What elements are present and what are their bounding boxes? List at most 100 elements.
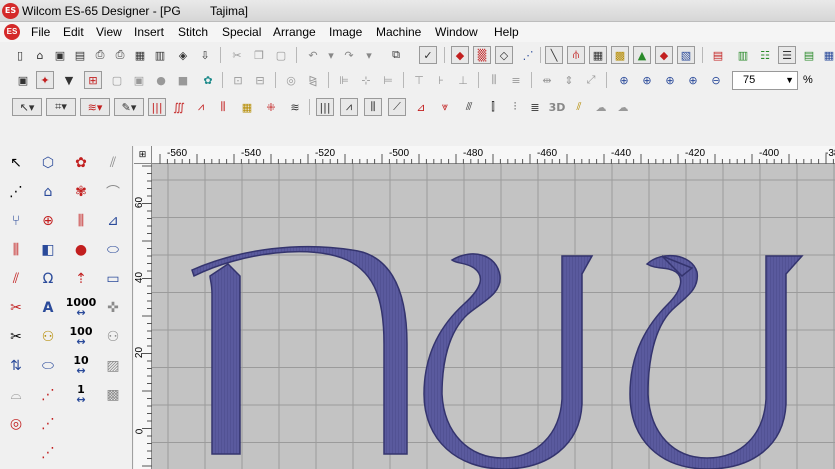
appliqué-icon[interactable]: ☁ bbox=[614, 98, 632, 116]
flower-motif-2-icon[interactable]: ✾ bbox=[68, 179, 94, 205]
chevron-down-icon[interactable]: ▼ bbox=[785, 72, 794, 89]
print-design-icon[interactable]: ▦ bbox=[131, 46, 149, 64]
connectors-icon[interactable]: ╲ bbox=[545, 46, 563, 64]
size-height-icon[interactable]: ⇕ bbox=[560, 71, 578, 89]
chenille-icon[interactable]: ☁ bbox=[592, 98, 610, 116]
reshape-object-icon[interactable]: ⬡ bbox=[35, 150, 61, 176]
align-middle-icon[interactable]: ⊦ bbox=[432, 71, 450, 89]
zigzag-icon[interactable]: ⩘ bbox=[192, 98, 210, 116]
line-icon[interactable]: ⫽ bbox=[100, 150, 126, 176]
new-file-icon[interactable]: ▯ bbox=[11, 46, 29, 64]
reshape-icon[interactable]: ⧉ bbox=[387, 46, 405, 64]
menu-arrange[interactable]: Arrange bbox=[273, 25, 316, 39]
size-width-icon[interactable]: ⇹ bbox=[538, 71, 556, 89]
transform-icon[interactable]: ⊞ bbox=[84, 71, 102, 89]
menu-view[interactable]: View bbox=[96, 25, 122, 39]
group-icon[interactable]: ▣ bbox=[14, 71, 32, 89]
satin-icon[interactable]: ||| bbox=[148, 98, 166, 116]
dotted-line-2-icon[interactable]: ⋰ bbox=[35, 411, 61, 437]
ellipse-icon[interactable]: ⬭ bbox=[100, 237, 126, 263]
dotted-line-3-icon[interactable]: ⋰ bbox=[35, 440, 61, 466]
lock-icon[interactable]: ◎ bbox=[282, 71, 300, 89]
docker-icon[interactable]: ☰ bbox=[778, 46, 796, 64]
redo-icon[interactable]: ↷ bbox=[340, 46, 358, 64]
menu-insert[interactable]: Insert bbox=[134, 25, 164, 39]
color-film-icon[interactable]: ◆ bbox=[655, 46, 673, 64]
motif-icon[interactable]: ⩔ bbox=[436, 98, 454, 116]
menu-window[interactable]: Window bbox=[435, 25, 478, 39]
point-select-icon[interactable]: ⋰ bbox=[3, 179, 29, 205]
square-curve-icon[interactable]: ⊿ bbox=[100, 208, 126, 234]
manual-stitch-icon[interactable]: ||| bbox=[316, 98, 334, 116]
shape-square-icon[interactable]: ▢ bbox=[108, 71, 126, 89]
copy-icon[interactable]: ❐ bbox=[250, 46, 268, 64]
cut-icon[interactable]: ✂ bbox=[228, 46, 246, 64]
color-palette-icon[interactable]: ▤ bbox=[709, 46, 727, 64]
undo-dropdown-icon[interactable]: ▾ bbox=[322, 46, 340, 64]
count-1-button[interactable]: 1 ↔ bbox=[68, 382, 94, 408]
flower-motif-icon[interactable]: ✿ bbox=[68, 150, 94, 176]
3d-embossed-button[interactable]: 3D bbox=[546, 98, 568, 116]
lettering-icon[interactable]: A bbox=[35, 295, 61, 321]
count-100-button[interactable]: 100 ↔ bbox=[68, 324, 94, 350]
select-arrow-icon[interactable]: ↖ bbox=[3, 150, 29, 176]
needle-points-icon[interactable]: ⋰ bbox=[519, 46, 537, 64]
fancy-fill-icon[interactable]: ▦ bbox=[238, 98, 256, 116]
menu-file[interactable]: File bbox=[31, 25, 50, 39]
stitch-trace-icon[interactable]: ⇅ bbox=[3, 353, 29, 379]
shape-rect-icon[interactable]: ■ bbox=[174, 71, 192, 89]
dotted-line-icon[interactable]: ⋰ bbox=[35, 382, 61, 408]
print-icon[interactable]: ⎙ bbox=[111, 46, 129, 64]
tatami-icon[interactable]: ∭ bbox=[170, 98, 188, 116]
align-b-icon[interactable]: ⊟ bbox=[251, 71, 269, 89]
offset-icon[interactable]: ⫶ bbox=[506, 98, 524, 116]
align-right-icon[interactable]: ⊨ bbox=[379, 71, 397, 89]
candle-icon[interactable]: ⫿ bbox=[484, 98, 502, 116]
dog-icon[interactable]: ✜ bbox=[100, 295, 126, 321]
fill-stitch-icon[interactable]: ◆ bbox=[451, 46, 469, 64]
show-stitches-icon[interactable]: ▒ bbox=[473, 46, 491, 64]
show-bitmap-icon[interactable]: ▲ bbox=[633, 46, 651, 64]
zoom-in-icon[interactable]: ⊕ bbox=[684, 71, 702, 89]
distribute-v-icon[interactable]: ≡ bbox=[507, 71, 525, 89]
menu-edit[interactable]: Edit bbox=[63, 25, 84, 39]
save-icon[interactable]: ▣ bbox=[51, 46, 69, 64]
digitize-b-icon[interactable]: ◧ bbox=[35, 237, 61, 263]
sequin-icon[interactable]: ⫽ bbox=[570, 98, 588, 116]
align-center-icon[interactable]: ⊹ bbox=[357, 71, 375, 89]
save-as-icon[interactable]: ▤ bbox=[71, 46, 89, 64]
scissors-digitize-icon[interactable]: ✂ bbox=[3, 295, 29, 321]
shape-circle-icon[interactable]: ● bbox=[152, 71, 170, 89]
show-design-check-icon[interactable]: ✓ bbox=[419, 46, 437, 64]
object-list-icon[interactable]: ▥ bbox=[734, 46, 752, 64]
people-icon[interactable]: ⚇ bbox=[100, 324, 126, 350]
input-c-icon[interactable]: ✎▾ bbox=[114, 98, 144, 116]
embroidery-design-workspace[interactable] bbox=[152, 164, 835, 469]
export-icon[interactable]: ▥ bbox=[151, 46, 169, 64]
step-icon[interactable]: ⫼ bbox=[214, 98, 232, 116]
align-left-icon[interactable]: ⊫ bbox=[335, 71, 353, 89]
undo-icon[interactable]: ↶ bbox=[304, 46, 322, 64]
column-a-icon[interactable]: ⌂ bbox=[35, 179, 61, 205]
bead-icon[interactable]: ● bbox=[68, 237, 94, 263]
size-both-icon[interactable]: ⤢ bbox=[582, 71, 600, 89]
run-stitch-icon[interactable]: ⩘ bbox=[340, 98, 358, 116]
3d-view-icon[interactable]: ▧ bbox=[677, 46, 695, 64]
menu-special[interactable]: Special bbox=[222, 25, 261, 39]
arrow-up-icon[interactable]: ⇡ bbox=[68, 266, 94, 292]
align-a-icon[interactable]: ⊡ bbox=[229, 71, 247, 89]
stitch-edit-icon[interactable]: ✦ bbox=[36, 71, 54, 89]
zoom-all-icon[interactable]: ⊕ bbox=[638, 71, 656, 89]
distribute-h-icon[interactable]: ⫼ bbox=[485, 71, 503, 89]
select-object-icon[interactable]: ↖▾ bbox=[12, 98, 42, 116]
align-lines-icon[interactable]: ≣ bbox=[526, 98, 544, 116]
target-icon[interactable]: ⊕ bbox=[35, 208, 61, 234]
overflow-icon[interactable]: ▦ bbox=[820, 46, 835, 64]
rectangle-icon[interactable]: ▭ bbox=[100, 266, 126, 292]
triple-run-icon[interactable]: ⫼ bbox=[364, 98, 382, 116]
open-folder-icon[interactable]: ⌂ bbox=[31, 46, 49, 64]
digitize-a-icon[interactable]: ⫼ bbox=[3, 237, 29, 263]
menu-machine[interactable]: Machine bbox=[376, 25, 421, 39]
cross-stitch-icon[interactable]: ⁜ bbox=[262, 98, 280, 116]
document-menu-icon[interactable]: ES bbox=[4, 24, 20, 40]
